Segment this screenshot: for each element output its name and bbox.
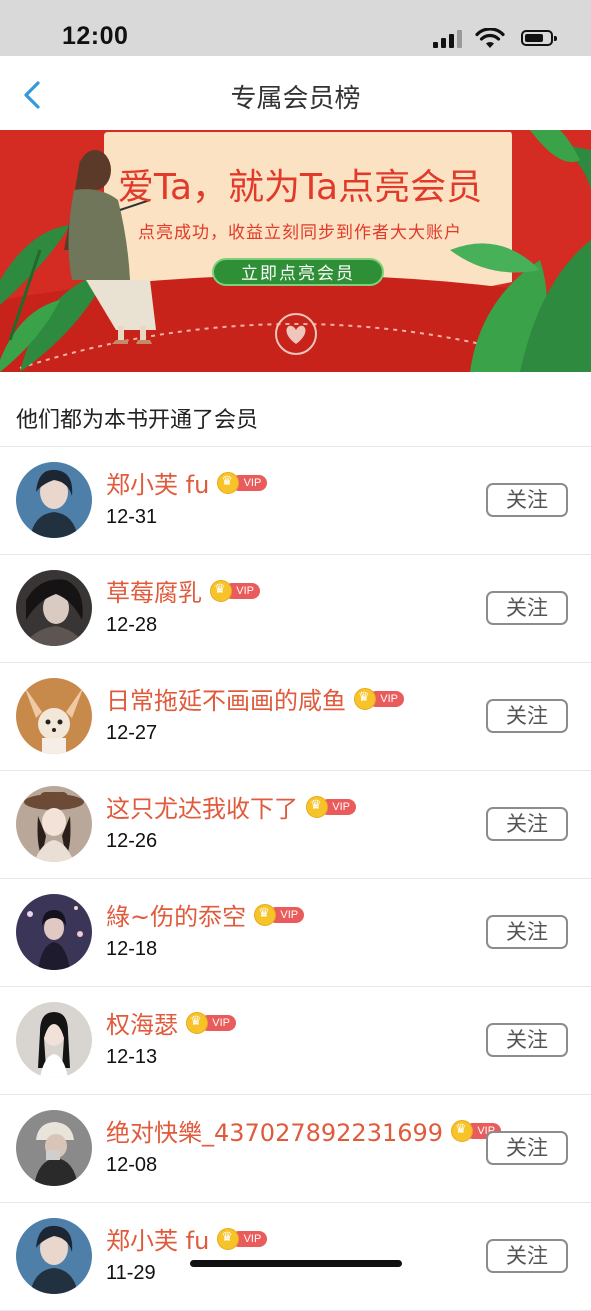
vip-badge: VIP <box>217 471 268 494</box>
follow-button[interactable]: 关注 <box>486 483 568 517</box>
member-name[interactable]: 绝对快樂_437027892231699 <box>106 1119 443 1147</box>
member-name-wrap: 綠~伤的忝空 VIP <box>106 897 305 931</box>
crown-icon <box>210 579 232 602</box>
member-date: 11-29 <box>106 1262 156 1284</box>
list-item[interactable]: 郑小芙 fu VIP 11-29 关注 <box>0 1203 591 1311</box>
member-name-wrap: 权海瑟 VIP <box>106 1005 236 1039</box>
light-up-membership-button[interactable]: 立即点亮会员 <box>212 258 384 286</box>
home-indicator[interactable] <box>190 1260 402 1267</box>
crown-icon <box>254 903 277 926</box>
nav-bar: 专属会员榜 <box>0 56 591 130</box>
avatar[interactable] <box>16 894 92 970</box>
follow-button[interactable]: 关注 <box>486 699 568 733</box>
crown-icon <box>451 1119 474 1142</box>
vip-badge: VIP <box>254 903 305 926</box>
wifi-icon <box>475 28 505 48</box>
member-name-wrap: 绝对快樂_437027892231699VIP <box>106 1113 502 1147</box>
banner-subtitle: 点亮成功，收益立刻同步到作者大大账户 <box>138 223 462 243</box>
member-date: 12-08 <box>106 1154 158 1176</box>
crown-icon <box>217 471 240 494</box>
vip-badge: VIP <box>186 1011 236 1034</box>
avatar[interactable] <box>16 786 92 862</box>
member-name-wrap: 草莓腐乳 VIP <box>106 573 260 607</box>
member-name[interactable]: 日常拖延不画画的咸鱼 <box>106 687 346 715</box>
list-item[interactable]: 綠~伤的忝空 VIP 12-18 关注 <box>0 879 591 987</box>
crown-icon <box>354 687 376 710</box>
page-title: 专属会员榜 <box>230 84 361 114</box>
list-item[interactable]: 郑小芙 fu VIP 12-31 关注 <box>0 447 591 555</box>
follow-button[interactable]: 关注 <box>486 915 568 949</box>
follow-button[interactable]: 关注 <box>486 1023 568 1057</box>
status-time: 12:00 <box>62 22 129 50</box>
follow-button[interactable]: 关注 <box>486 807 568 841</box>
member-name[interactable]: 郑小芙 fu <box>106 1227 209 1255</box>
member-name[interactable]: 郑小芙 fu <box>106 471 209 499</box>
member-date: 12-13 <box>106 1046 158 1068</box>
member-name[interactable]: 这只尤达我收下了 <box>106 795 298 823</box>
signal-icon <box>433 30 465 48</box>
member-date: 12-28 <box>106 614 158 636</box>
member-date: 12-27 <box>106 722 158 744</box>
member-name-wrap: 这只尤达我收下了 VIP <box>106 789 356 823</box>
list-item[interactable]: 绝对快樂_437027892231699VIP 12-08 关注 <box>0 1095 591 1203</box>
member-name-wrap: 郑小芙 fu VIP <box>106 1221 268 1255</box>
list-item[interactable]: 权海瑟 VIP 12-13 关注 <box>0 987 591 1095</box>
member-name[interactable]: 权海瑟 <box>106 1011 178 1039</box>
section-title: 他们都为本书开通了会员 <box>16 408 259 433</box>
crown-icon <box>217 1227 240 1250</box>
avatar[interactable] <box>16 570 92 646</box>
list-item[interactable]: 日常拖延不画画的咸鱼 VIP 12-27 关注 <box>0 663 591 771</box>
avatar[interactable] <box>16 462 92 538</box>
follow-button[interactable]: 关注 <box>486 1239 568 1273</box>
vip-badge: VIP <box>210 579 260 602</box>
member-date: 12-31 <box>106 506 158 528</box>
member-name-wrap: 日常拖延不画画的咸鱼 VIP <box>106 681 404 715</box>
list-item[interactable]: 草莓腐乳 VIP 12-28 关注 <box>0 555 591 663</box>
member-name-wrap: 郑小芙 fu VIP <box>106 465 268 499</box>
avatar[interactable] <box>16 1002 92 1078</box>
member-name[interactable]: 綠~伤的忝空 <box>106 903 246 931</box>
member-list: 郑小芙 fu VIP 12-31 关注 草莓腐乳 VIP 12-28 关注 <box>0 447 591 1311</box>
follow-button[interactable]: 关注 <box>486 591 568 625</box>
vip-badge: VIP <box>306 795 356 818</box>
promo-banner[interactable]: 爱Ta，就为Ta点亮会员 点亮成功，收益立刻同步到作者大大账户 立即点亮会员 <box>0 130 591 372</box>
vip-badge: VIP <box>354 687 404 710</box>
member-date: 12-18 <box>106 938 158 960</box>
banner-headline: 爱Ta，就为Ta点亮会员 <box>117 167 483 208</box>
vip-badge: VIP <box>217 1227 268 1250</box>
avatar[interactable] <box>16 678 92 754</box>
list-item[interactable]: 这只尤达我收下了 VIP 12-26 关注 <box>0 771 591 879</box>
member-name[interactable]: 草莓腐乳 <box>106 579 202 607</box>
crown-icon <box>306 795 328 818</box>
avatar[interactable] <box>16 1218 92 1294</box>
battery-icon <box>521 30 557 46</box>
follow-button[interactable]: 关注 <box>486 1131 568 1165</box>
member-date: 12-26 <box>106 830 158 852</box>
avatar[interactable] <box>16 1110 92 1186</box>
status-bar: 12:00 <box>0 0 591 56</box>
crown-icon <box>186 1011 208 1034</box>
